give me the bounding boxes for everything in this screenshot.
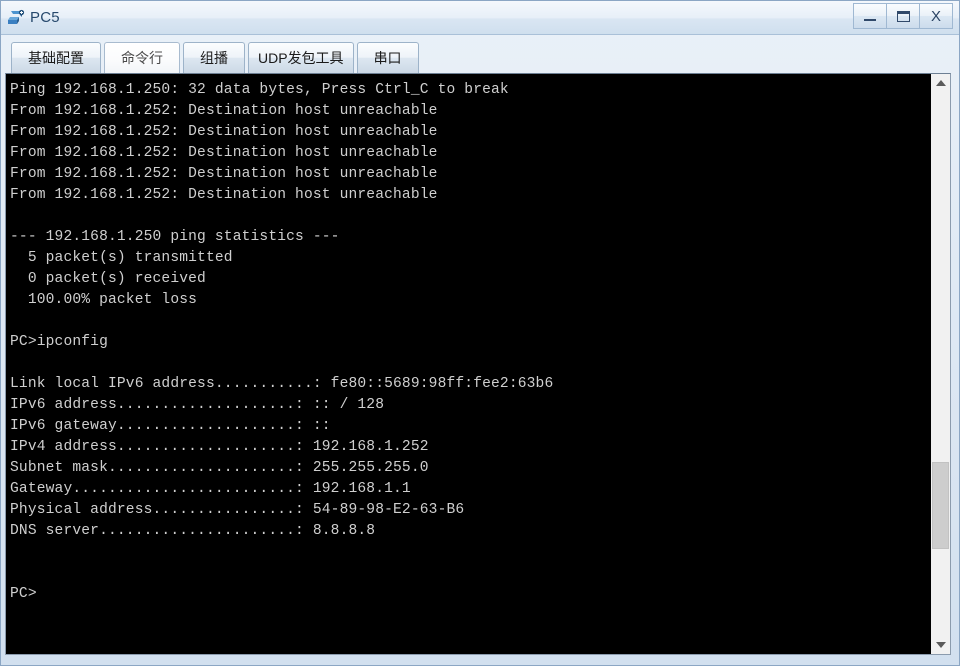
terminal-line: --- 192.168.1.250 ping statistics ---	[10, 229, 340, 245]
minimize-button[interactable]	[853, 3, 887, 29]
close-icon: X	[930, 7, 941, 25]
chevron-down-icon	[935, 642, 946, 648]
terminal-line: Physical address................: 54-89-…	[10, 502, 465, 518]
tab-label: 基础配置	[28, 50, 84, 66]
terminal-line: IPv6 gateway....................: ::	[10, 418, 331, 434]
maximize-icon	[896, 10, 910, 22]
scroll-up-button[interactable]	[931, 74, 950, 92]
tab-bar: 基础配置 命令行 组播 UDP发包工具 串口	[1, 35, 959, 73]
terminal-line: From 192.168.1.252: Destination host unr…	[10, 103, 438, 119]
terminal-line: From 192.168.1.252: Destination host unr…	[10, 124, 438, 140]
terminal-line: From 192.168.1.252: Destination host unr…	[10, 166, 438, 182]
tab-command-line[interactable]: 命令行	[104, 42, 180, 73]
tab-udp-tool[interactable]: UDP发包工具	[248, 42, 354, 73]
terminal-line: Gateway.........................: 192.16…	[10, 481, 411, 497]
window-controls: X	[853, 3, 953, 29]
chevron-up-icon	[935, 80, 946, 86]
tab-basic-config[interactable]: 基础配置	[11, 42, 101, 73]
close-button[interactable]: X	[919, 3, 953, 29]
window-titlebar: PC5 X	[1, 1, 959, 35]
terminal-line: 0 packet(s) received	[10, 271, 206, 287]
terminal-panel: Ping 192.168.1.250: 32 data bytes, Press…	[5, 73, 951, 655]
terminal-line: DNS server......................: 8.8.8.…	[10, 523, 376, 539]
tab-multicast[interactable]: 组播	[183, 42, 245, 73]
terminal-line: PC>ipconfig	[10, 334, 108, 350]
pc-device-icon	[6, 8, 26, 28]
terminal-line: 5 packet(s) transmitted	[10, 250, 233, 266]
terminal-line: 100.00% packet loss	[10, 292, 198, 308]
terminal-line: IPv4 address....................: 192.16…	[10, 439, 429, 455]
terminal-output[interactable]: Ping 192.168.1.250: 32 data bytes, Press…	[6, 74, 930, 654]
terminal-line: Subnet mask.....................: 255.25…	[10, 460, 429, 476]
minimize-icon	[864, 18, 876, 21]
tab-serial-port[interactable]: 串口	[356, 42, 419, 73]
tab-label: 组播	[200, 50, 228, 66]
terminal-line: PC>	[10, 586, 37, 602]
window-title: PC5	[30, 9, 60, 26]
tab-label: 命令行	[121, 50, 163, 66]
scrollbar-track[interactable]	[931, 92, 950, 636]
maximize-button[interactable]	[886, 3, 920, 29]
terminal-line: Ping 192.168.1.250: 32 data bytes, Press…	[10, 82, 509, 98]
scrollbar-thumb[interactable]	[932, 461, 949, 549]
terminal-line: IPv6 address....................: :: / 1…	[10, 397, 385, 413]
terminal-line: Link local IPv6 address...........: fe80…	[10, 376, 554, 392]
terminal-line: From 192.168.1.252: Destination host unr…	[10, 145, 438, 161]
scroll-down-button[interactable]	[931, 636, 950, 654]
terminal-line: From 192.168.1.252: Destination host unr…	[10, 187, 438, 203]
tab-label: UDP发包工具	[258, 50, 344, 66]
tab-label: 串口	[373, 50, 402, 66]
terminal-scrollbar[interactable]	[930, 74, 950, 654]
pc5-window: PC5 X 基础配置 命令行 组播 UDP发包工具 串口 Ping 192.16…	[0, 0, 960, 666]
